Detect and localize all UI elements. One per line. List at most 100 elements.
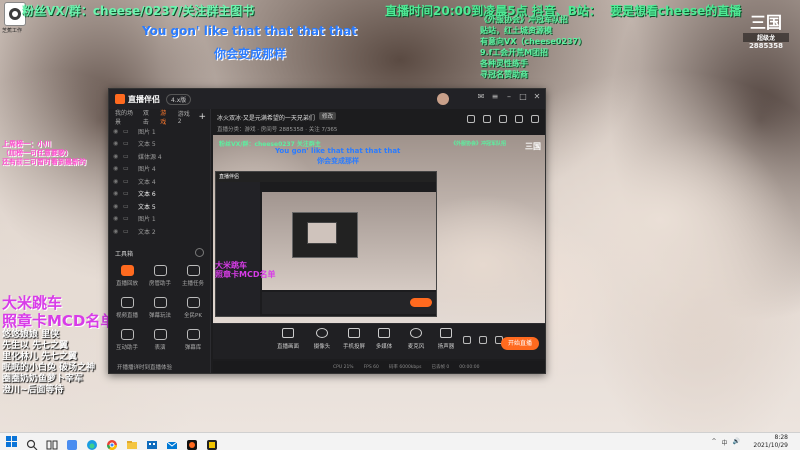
status-item: FPS 60 xyxy=(363,364,379,370)
visibility-icon[interactable]: ◉ xyxy=(113,165,120,172)
source-item[interactable]: ◉ ▭ 文本 2 xyxy=(109,225,210,238)
source-item[interactable]: ◉ ▭ 图片 1 xyxy=(109,125,210,138)
task-view-icon[interactable] xyxy=(46,436,58,450)
visibility-icon[interactable]: ◉ xyxy=(113,203,120,210)
widgets-icon[interactable] xyxy=(66,436,78,450)
source-item[interactable]: ◉ ▭ 图片 1 xyxy=(109,213,210,226)
lock-icon[interactable]: ▭ xyxy=(123,128,135,135)
menu-icon[interactable]: ≡ xyxy=(491,93,499,101)
taskbar: ^ 中 🔊 8:28 2021/10/29 xyxy=(0,432,800,450)
avatar[interactable] xyxy=(437,93,449,105)
source-item[interactable]: ◉ ▭ 图片 4 xyxy=(109,163,210,176)
control-screen[interactable]: 直播画面 xyxy=(271,328,305,350)
obs-icon[interactable] xyxy=(206,436,218,450)
settings-icon[interactable] xyxy=(515,115,523,123)
version-badge[interactable]: 4.x版 xyxy=(166,93,192,105)
lock-icon[interactable]: ▭ xyxy=(123,228,135,235)
tool-item[interactable]: 弹幕库 xyxy=(177,329,209,351)
file-explorer-icon[interactable] xyxy=(126,436,138,449)
control-phone-cast[interactable]: 手机投屏 xyxy=(337,328,371,350)
tab-my-scene[interactable]: 我的场景 xyxy=(115,108,136,126)
chrome-icon[interactable] xyxy=(106,436,118,450)
notice-line: 《外服协会》冲冠军队招 xyxy=(480,15,568,24)
lock-icon[interactable]: ▭ xyxy=(123,165,135,172)
record-icon[interactable] xyxy=(463,336,471,344)
visibility-icon[interactable]: ◉ xyxy=(113,153,120,160)
lock-icon[interactable]: ▭ xyxy=(123,178,135,185)
ticker-part-1: 粉丝VX/群：cheese/0237/关注群主图书 xyxy=(22,4,255,18)
notice-line: 9.f工会开荒M团招 xyxy=(480,48,549,57)
tab-double[interactable]: 双击 xyxy=(143,108,153,126)
edge-icon[interactable] xyxy=(86,436,98,450)
source-list: ◉ ▭ 图片 1 ◉ ▭ 文本 5 ◉ ▭ 媒体源 4 ◉ ▭ 图片 4 ◉ ▭ 文本 4 ◉ ▭ 文本 6 ◉ ▭ 文… xyxy=(109,125,210,238)
tool-icon xyxy=(186,297,200,308)
source-item[interactable]: ◉ ▭ 文本 5 xyxy=(109,138,210,151)
visibility-icon[interactable]: ◉ xyxy=(113,215,120,222)
edit-title-button[interactable]: 修改 xyxy=(319,112,337,120)
taskbar-clock[interactable]: 8:28 2021/10/29 xyxy=(753,434,788,450)
visibility-icon[interactable]: ◉ xyxy=(113,190,120,197)
tool-item[interactable]: 弹幕玩法 xyxy=(144,297,176,319)
lock-icon[interactable]: ▭ xyxy=(123,215,135,222)
gift-list-item: 眠眠的小白兔 破场之神 xyxy=(2,363,96,373)
screenshot-icon[interactable] xyxy=(467,115,475,123)
live-companion-window: 直播伴侣 4.x版 ✉ ≡ – □ ✕ 我的场景 双击 游戏 游戏2 + ◉ ▭ 图… xyxy=(108,88,546,374)
maximize-icon[interactable]: □ xyxy=(519,93,527,101)
windows-start-icon[interactable] xyxy=(6,436,18,448)
tool-icon xyxy=(120,265,134,276)
tool-item[interactable]: 直播回放 xyxy=(111,265,143,287)
source-item[interactable]: ◉ ▭ 媒体源 4 xyxy=(109,150,210,163)
source-label: 文本 5 xyxy=(138,141,156,149)
store-icon[interactable] xyxy=(146,436,158,449)
share-icon[interactable] xyxy=(531,115,539,123)
source-item[interactable]: ◉ ▭ 文本 5 xyxy=(109,200,210,213)
start-live-button[interactable]: 开始直播 xyxy=(501,337,539,350)
lock-icon[interactable]: ▭ xyxy=(123,140,135,147)
minimize-icon[interactable]: – xyxy=(505,93,513,101)
tool-label: 互动助手 xyxy=(115,345,138,351)
monitor-icon xyxy=(282,328,294,338)
tool-item[interactable]: 视频直播 xyxy=(111,297,143,319)
search-icon[interactable] xyxy=(26,436,38,450)
control-camera[interactable]: 摄像头 xyxy=(305,328,339,350)
tool-label: 直播回放 xyxy=(115,281,138,287)
visibility-icon[interactable]: ◉ xyxy=(113,128,120,135)
sidebar-footer[interactable]: 开播播详时到直播体验 xyxy=(109,361,211,373)
control-microphone[interactable]: 麦克风 xyxy=(399,328,433,350)
tool-item[interactable]: 互动助手 xyxy=(111,329,143,351)
window-titlebar[interactable]: 直播伴侣 4.x版 ✉ ≡ – □ ✕ xyxy=(109,89,545,109)
source-item[interactable]: ◉ ▭ 文本 4 xyxy=(109,175,210,188)
mail-icon[interactable] xyxy=(166,436,178,449)
live-companion-taskbar-icon[interactable] xyxy=(186,436,198,450)
lock-icon[interactable]: ▭ xyxy=(123,153,135,160)
eye-icon[interactable] xyxy=(499,115,507,123)
tab-game-2[interactable]: 游戏2 xyxy=(178,109,192,125)
add-scene-icon[interactable]: + xyxy=(198,112,206,122)
live-preview[interactable]: 粉丝VX/群：cheese0237 关注群主 You gon' like tha… xyxy=(213,135,545,323)
phone-cast-icon xyxy=(348,328,360,338)
lock-icon[interactable]: ▭ xyxy=(123,203,135,210)
control-speaker[interactable]: 扬声器 xyxy=(429,328,463,350)
close-icon[interactable]: ✕ xyxy=(533,93,541,101)
message-icon[interactable]: ✉ xyxy=(477,93,485,101)
visibility-icon[interactable]: ◉ xyxy=(113,228,120,235)
status-item: 已丢帧 0 xyxy=(431,365,450,370)
ime-indicator[interactable]: 中 xyxy=(722,438,728,447)
volume-icon[interactable]: 🔊 xyxy=(733,438,740,447)
toolbox-collapse-icon[interactable] xyxy=(195,248,204,257)
tab-game[interactable]: 游戏 xyxy=(160,108,170,126)
status-item: 00:00:00 xyxy=(459,364,480,370)
tool-item[interactable]: 表演 xyxy=(144,329,176,351)
lock-icon[interactable]: ▭ xyxy=(123,190,135,197)
tray-expand-icon[interactable]: ^ xyxy=(711,438,716,447)
nested-preview-inner xyxy=(292,212,358,258)
source-item[interactable]: ◉ ▭ 文本 6 xyxy=(109,188,210,201)
tool-item[interactable]: 房管助手 xyxy=(144,265,176,287)
tool-item[interactable]: 主播任务 xyxy=(177,265,209,287)
visibility-icon[interactable]: ◉ xyxy=(113,140,120,147)
visibility-icon[interactable]: ◉ xyxy=(113,178,120,185)
eye-icon[interactable] xyxy=(479,336,487,344)
control-media[interactable]: 多媒体 xyxy=(367,328,401,350)
lock-icon[interactable] xyxy=(483,115,491,123)
tool-item[interactable]: 全民PK xyxy=(177,297,209,319)
